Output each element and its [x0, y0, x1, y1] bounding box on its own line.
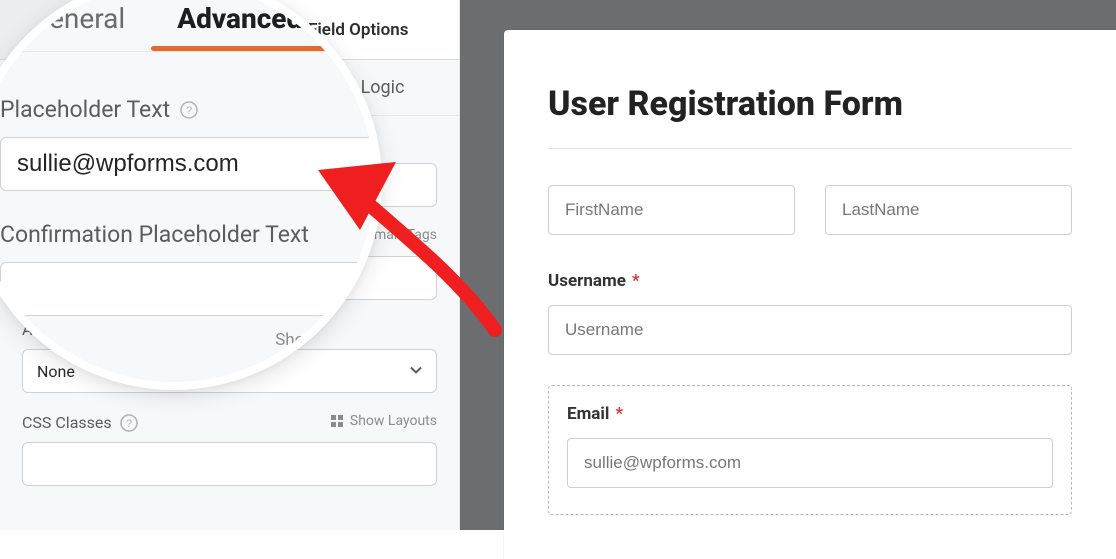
username-input[interactable]	[548, 305, 1072, 355]
zoom-sub-tab-general: General	[4, 0, 151, 49]
form-title: User Registration Form	[548, 84, 1072, 124]
last-name-input[interactable]	[825, 185, 1072, 235]
username-label: Username	[548, 271, 626, 291]
zoom-show-smart-tags: Show Smart Tags	[0, 330, 374, 350]
svg-text:?: ?	[186, 105, 192, 117]
svg-text:?: ?	[126, 418, 132, 430]
divider	[548, 148, 1072, 149]
form-preview: User Registration Form Username * Email …	[504, 30, 1116, 559]
email-label: Email	[567, 404, 609, 424]
help-icon[interactable]: ?	[120, 414, 138, 432]
first-name-input[interactable]	[548, 185, 795, 235]
show-layouts-link[interactable]: Show Layouts	[330, 413, 437, 429]
zoom-placeholder-label: Placeholder Text	[0, 96, 170, 123]
required-asterisk: *	[615, 404, 623, 424]
username-field: Username *	[548, 271, 1072, 355]
css-classes-label: CSS Classes	[22, 413, 112, 432]
setting-css-classes: CSS Classes ? Show Layouts	[22, 413, 437, 486]
zoom-sub-tab-logic: Logic	[0, 54, 374, 78]
name-field-row	[548, 185, 1072, 235]
zoom-placeholder-input	[0, 137, 374, 191]
help-icon: ?	[180, 101, 198, 119]
grid-icon	[330, 414, 344, 428]
magnifier-lens: General Advanced Logic Placeholder Text …	[0, 0, 374, 382]
required-asterisk: *	[632, 271, 640, 291]
zoom-confirmation-label: Confirmation Placeholder Text	[0, 221, 309, 248]
zoom-sub-tab-advanced: Advanced	[151, 0, 328, 49]
zoom-confirmation-input	[0, 262, 374, 316]
email-input[interactable]	[567, 438, 1053, 488]
css-classes-input[interactable]	[22, 442, 437, 486]
email-field-selected[interactable]: Email *	[548, 385, 1072, 515]
